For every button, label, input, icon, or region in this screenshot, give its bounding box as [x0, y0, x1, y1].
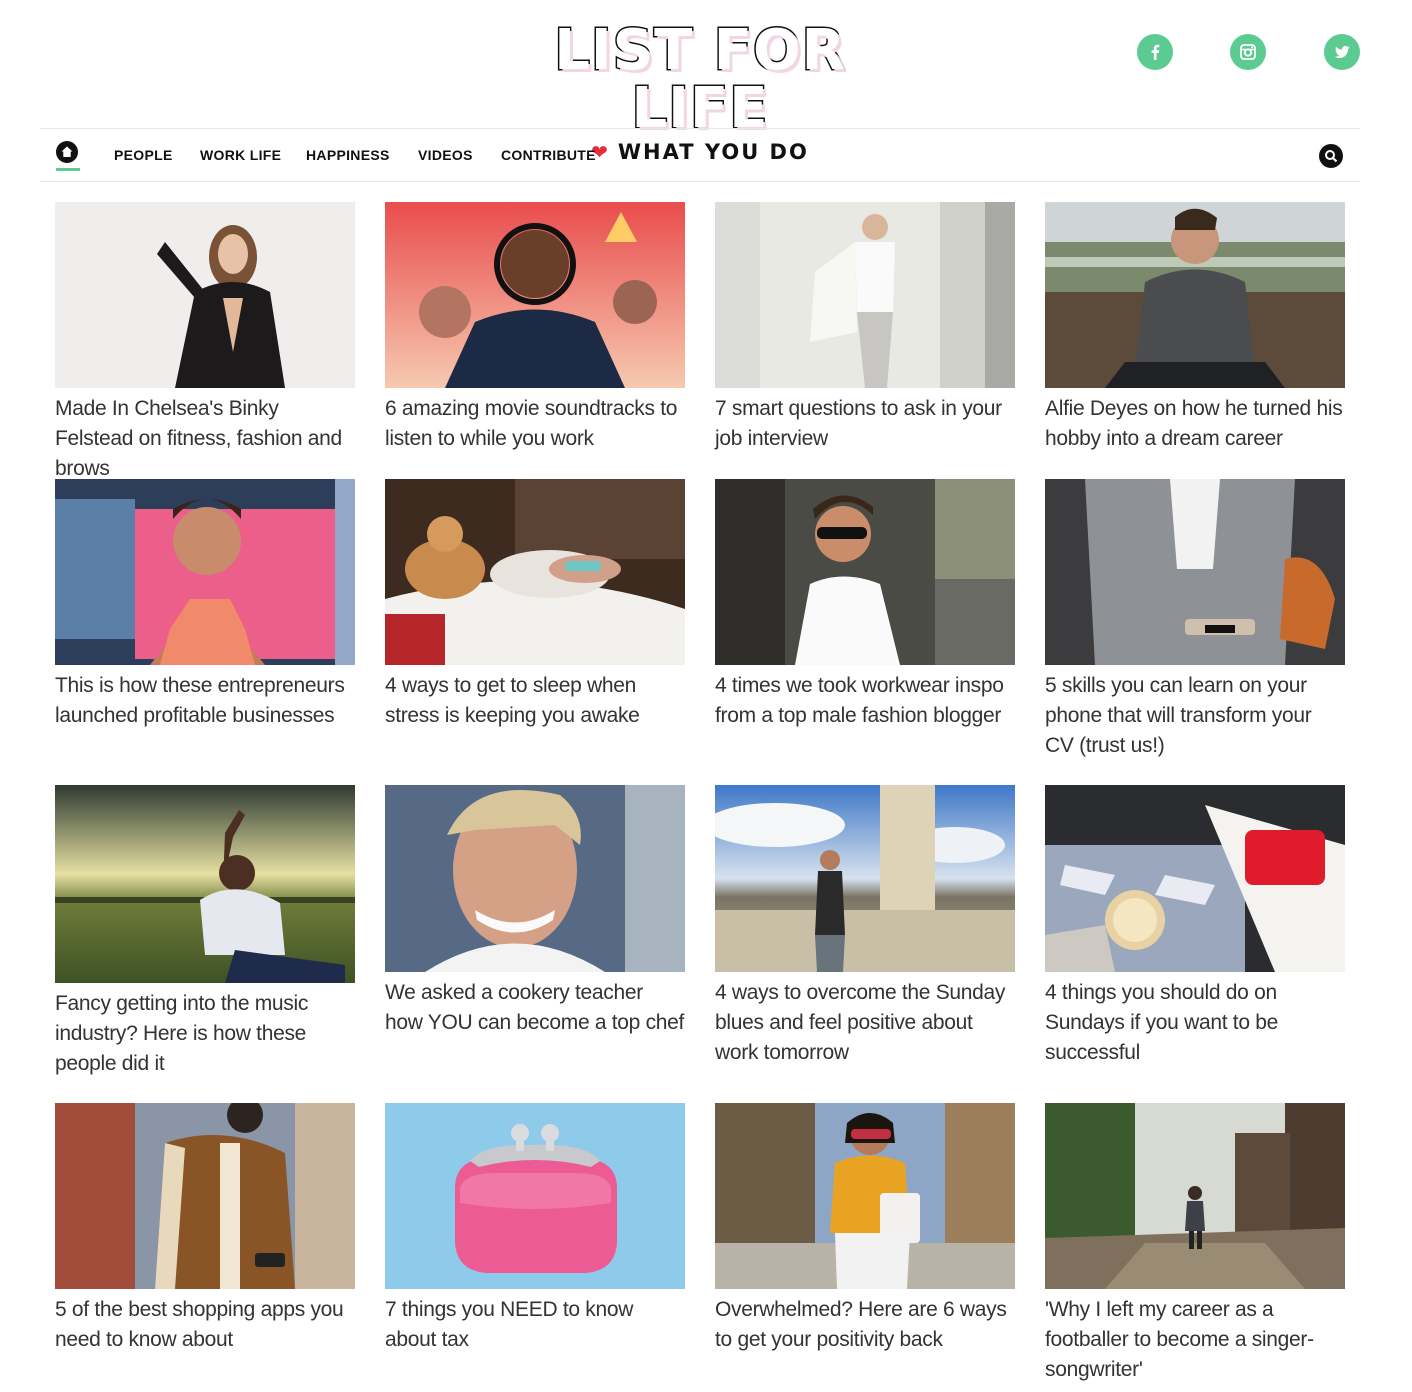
article-title[interactable]: This is how these entrepreneurs launched… [55, 671, 355, 731]
article-thumbnail[interactable] [1045, 785, 1345, 972]
article-thumbnail[interactable] [1045, 479, 1345, 665]
article-title[interactable]: 6 amazing movie soundtracks to listen to… [385, 394, 685, 454]
search-icon [1325, 150, 1338, 163]
article-card[interactable]: 4 things you should do on Sundays if you… [1045, 785, 1345, 1068]
article-title[interactable]: Overwhelmed? Here are 6 ways to get your… [715, 1295, 1015, 1355]
article-title[interactable]: 4 things you should do on Sundays if you… [1045, 978, 1345, 1068]
article-card[interactable]: We asked a cookery teacher how YOU can b… [385, 785, 685, 1038]
main-nav: PEOPLE WORK LIFE HAPPINESS VIDEOS CONTRI… [40, 128, 1360, 182]
article-title[interactable]: 4 ways to overcome the Sunday blues and … [715, 978, 1015, 1068]
article-title[interactable]: 'Why I left my career as a footballer to… [1045, 1295, 1345, 1385]
article-thumbnail[interactable] [55, 785, 355, 983]
article-title[interactable]: 4 times we took workwear inspo from a to… [715, 671, 1015, 731]
article-thumbnail[interactable] [55, 1103, 355, 1289]
article-thumbnail[interactable] [385, 1103, 685, 1289]
article-thumbnail[interactable] [715, 479, 1015, 665]
nav-videos[interactable]: VIDEOS [418, 147, 473, 163]
article-thumbnail[interactable] [715, 202, 1015, 388]
article-thumbnail[interactable] [385, 479, 685, 665]
facebook-icon [1151, 44, 1160, 60]
article-card[interactable]: 5 skills you can learn on your phone tha… [1045, 479, 1345, 761]
article-card[interactable]: 4 times we took workwear inspo from a to… [715, 479, 1015, 731]
article-card[interactable]: 4 ways to get to sleep when stress is ke… [385, 479, 685, 731]
nav-happiness[interactable]: HAPPINESS [306, 147, 390, 163]
article-title[interactable]: 7 things you NEED to know about tax [385, 1295, 685, 1355]
nav-work-life[interactable]: WORK LIFE [200, 147, 281, 163]
article-thumbnail[interactable] [1045, 1103, 1345, 1289]
article-title[interactable]: Made In Chelsea's Binky Felstead on fitn… [55, 394, 355, 484]
article-card[interactable]: 'Why I left my career as a footballer to… [1045, 1103, 1345, 1385]
instagram-icon [1240, 44, 1256, 60]
article-thumbnail[interactable] [55, 479, 355, 665]
search-button[interactable] [1319, 144, 1343, 168]
article-thumbnail[interactable] [715, 785, 1015, 972]
article-card[interactable]: 6 amazing movie soundtracks to listen to… [385, 202, 685, 454]
article-thumbnail[interactable] [385, 785, 685, 972]
article-card[interactable]: Alfie Deyes on how he turned his hobby i… [1045, 202, 1345, 454]
article-title[interactable]: 5 skills you can learn on your phone tha… [1045, 671, 1345, 761]
article-card[interactable]: 4 ways to overcome the Sunday blues and … [715, 785, 1015, 1068]
facebook-button[interactable] [1137, 34, 1173, 70]
site-header: LIST FOR LIFE ❤ WHAT YOU DO [0, 0, 1412, 164]
article-card[interactable]: Overwhelmed? Here are 6 ways to get your… [715, 1103, 1015, 1355]
article-title[interactable]: 5 of the best shopping apps you need to … [55, 1295, 355, 1355]
article-card[interactable]: 7 things you NEED to know about tax [385, 1103, 685, 1355]
article-title[interactable]: Fancy getting into the music industry? H… [55, 989, 355, 1079]
nav-home[interactable] [56, 141, 80, 171]
instagram-button[interactable] [1230, 34, 1266, 70]
logo-title: LIST FOR LIFE [553, 18, 847, 141]
article-thumbnail[interactable] [55, 202, 355, 388]
article-title[interactable]: 4 ways to get to sleep when stress is ke… [385, 671, 685, 731]
article-card[interactable]: Made In Chelsea's Binky Felstead on fitn… [55, 202, 355, 484]
article-card[interactable]: Fancy getting into the music industry? H… [55, 785, 355, 1079]
twitter-icon [1334, 45, 1350, 58]
article-title[interactable]: Alfie Deyes on how he turned his hobby i… [1045, 394, 1345, 454]
article-card[interactable]: 5 of the best shopping apps you need to … [55, 1103, 355, 1355]
article-thumbnail[interactable] [1045, 202, 1345, 388]
article-card[interactable]: 7 smart questions to ask in your job int… [715, 202, 1015, 454]
article-thumbnail[interactable] [715, 1103, 1015, 1289]
nav-contribute[interactable]: CONTRIBUTE [501, 147, 596, 163]
nav-people[interactable]: PEOPLE [114, 147, 173, 163]
article-card[interactable]: This is how these entrepreneurs launched… [55, 479, 355, 731]
article-thumbnail[interactable] [385, 202, 685, 388]
article-title[interactable]: We asked a cookery teacher how YOU can b… [385, 978, 685, 1038]
article-title[interactable]: 7 smart questions to ask in your job int… [715, 394, 1015, 454]
twitter-button[interactable] [1324, 34, 1360, 70]
home-icon [61, 146, 73, 157]
